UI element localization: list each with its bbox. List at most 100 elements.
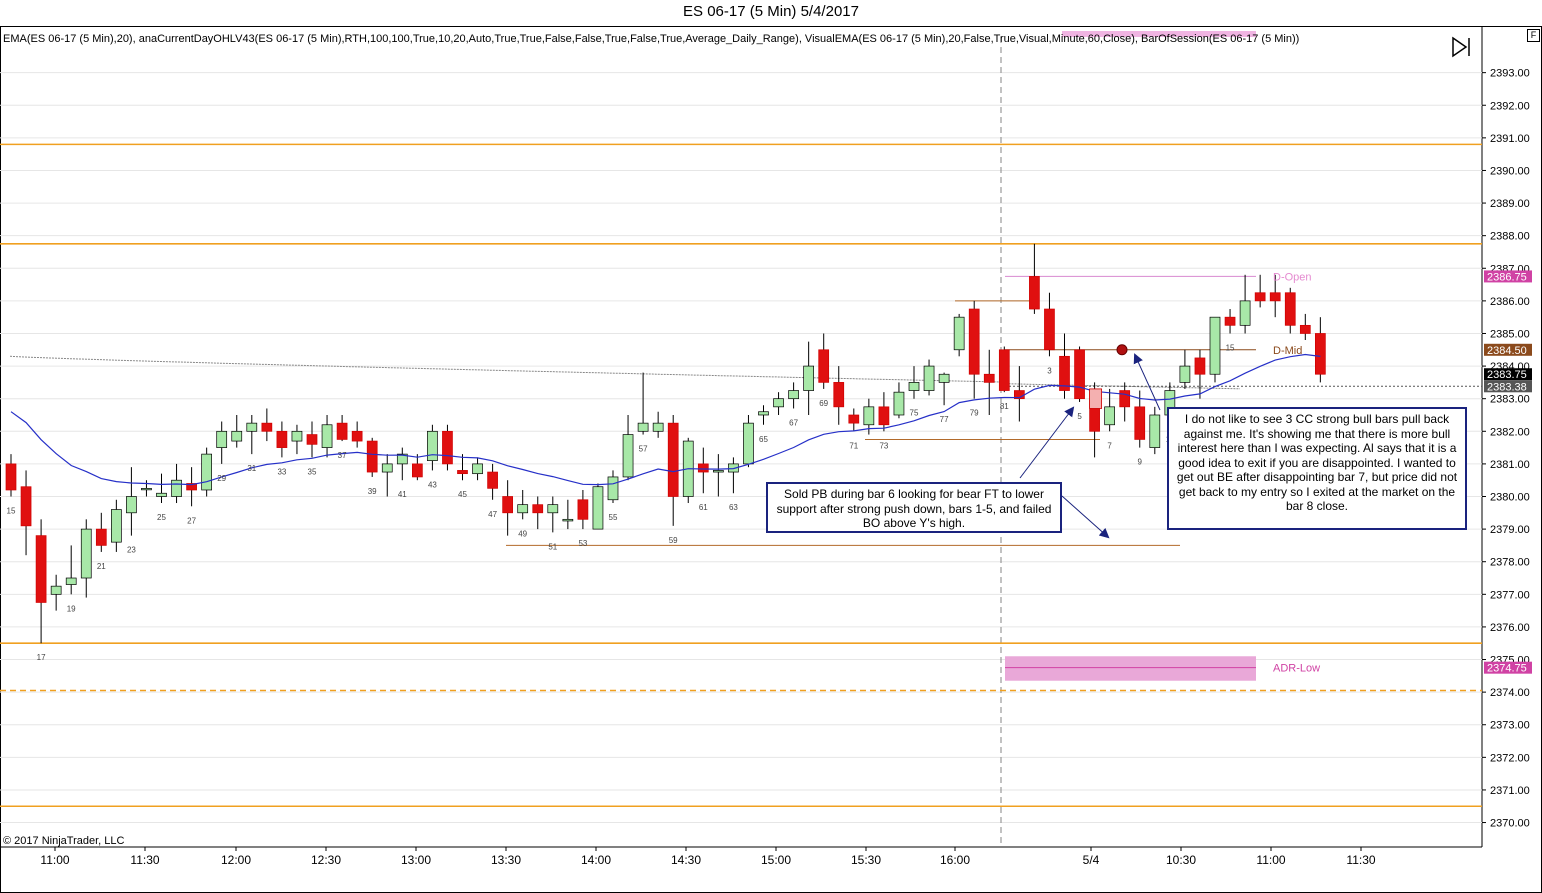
candle-body: [1254, 292, 1266, 302]
candle: [1194, 349, 1206, 399]
bar-number-label: 73: [879, 441, 888, 450]
candle: [35, 519, 47, 644]
y-tick-label: 2388.00: [1490, 231, 1530, 243]
bar-number-label: 55: [609, 513, 618, 522]
candle-body: [1104, 406, 1116, 426]
candle-body: [938, 373, 950, 383]
bar-number-label: 3: [1047, 366, 1052, 375]
candle: [998, 346, 1010, 393]
candle-body: [773, 398, 784, 408]
candle-body: [833, 382, 845, 408]
bar-number-label: 17: [37, 653, 46, 662]
bar-number-label: 75: [910, 409, 919, 418]
candle-body: [1074, 349, 1085, 400]
x-tick-label: 15:00: [761, 853, 791, 867]
candle: [562, 499, 574, 530]
bar-number-label: 33: [277, 467, 286, 476]
candle-body: [893, 391, 905, 416]
candle: [1104, 388, 1116, 432]
indicator-legend: EMA(ES 06-17 (5 Min),20), anaCurrentDayO…: [3, 33, 1300, 45]
candle: [712, 454, 724, 497]
candle: [1314, 317, 1326, 383]
x-tick-label: 16:00: [940, 853, 970, 867]
candle-body: [908, 382, 920, 391]
candle: [487, 463, 498, 500]
candle-body: [381, 463, 393, 473]
candle: [366, 437, 378, 477]
candle-body: [216, 430, 228, 448]
candle-body: [321, 424, 333, 448]
candle: [186, 467, 197, 507]
candle-body: [1044, 308, 1055, 351]
candle: [336, 414, 348, 442]
candle-body: [878, 406, 890, 426]
candle-body: [95, 528, 107, 546]
candle: [983, 349, 995, 415]
candle-body: [336, 422, 348, 440]
candle-body: [998, 349, 1010, 391]
bar-number-label: 25: [157, 513, 166, 522]
candle-body: [1149, 414, 1161, 448]
y-tick-label: 2389.00: [1490, 198, 1530, 210]
candle: [953, 313, 965, 357]
candle-body: [547, 504, 559, 514]
skip-to-end-icon[interactable]: [1449, 35, 1473, 59]
candle: [1224, 309, 1236, 334]
candle: [1059, 333, 1070, 399]
y-tick-label: 2381.00: [1490, 459, 1530, 471]
bar-number-label: 9: [1138, 458, 1143, 467]
candle-body: [863, 406, 875, 426]
x-tick-label: 13:30: [491, 853, 521, 867]
candle: [472, 457, 483, 481]
candle: [95, 512, 107, 552]
level-label: ADR-Low: [1273, 663, 1320, 675]
candle-body: [156, 492, 167, 497]
candle: [80, 519, 92, 598]
level-label: D-Open: [1273, 271, 1312, 283]
candle: [351, 421, 363, 448]
bar-number-label: 51: [548, 542, 557, 551]
candle: [833, 366, 845, 425]
y-tick-label: 2391.00: [1490, 133, 1530, 145]
candle: [728, 457, 739, 494]
candle: [938, 372, 950, 406]
bar-number-label: 7: [1107, 441, 1112, 450]
candle: [126, 467, 137, 536]
copyright-text: © 2017 NinjaTrader, LLC: [3, 835, 125, 847]
candle: [848, 408, 860, 432]
x-tick-label: 13:00: [401, 853, 431, 867]
candle-body: [592, 486, 604, 530]
bar-number-label: 15: [7, 507, 16, 516]
x-tick-label: 11:30: [130, 853, 159, 867]
candle: [141, 480, 152, 497]
y-tick-label: 2390.00: [1490, 165, 1530, 177]
candle-body: [427, 430, 438, 461]
x-tick-label: 12:30: [311, 853, 341, 867]
candle-body: [667, 422, 679, 497]
entry-marker: [1116, 344, 1128, 356]
trade-note-exit: I do not like to see 3 CC strong bull ba…: [1167, 407, 1467, 530]
y-tick-label: 2383.00: [1490, 394, 1530, 406]
bar-number-label: 39: [368, 487, 377, 496]
panel-f-button[interactable]: F: [1527, 29, 1540, 42]
candle: [502, 480, 513, 536]
candle: [697, 447, 709, 494]
candle-body: [1314, 333, 1326, 375]
bar-number-label: 43: [428, 480, 437, 489]
x-tick-label: 11:00: [40, 853, 69, 867]
candle: [65, 545, 77, 595]
candle-body: [201, 453, 212, 491]
bar-number-label: 65: [759, 435, 768, 444]
candle-body: [457, 470, 468, 475]
candle: [381, 454, 393, 497]
candle: [396, 447, 408, 481]
x-tick-label: 14:00: [581, 853, 611, 867]
candle-body: [968, 308, 980, 375]
candle: [968, 300, 980, 399]
candle: [517, 489, 529, 520]
candle: [246, 414, 258, 455]
candle: [923, 359, 935, 396]
candle-body: [351, 430, 363, 442]
candle: [1209, 316, 1221, 383]
candle: [1074, 346, 1085, 402]
